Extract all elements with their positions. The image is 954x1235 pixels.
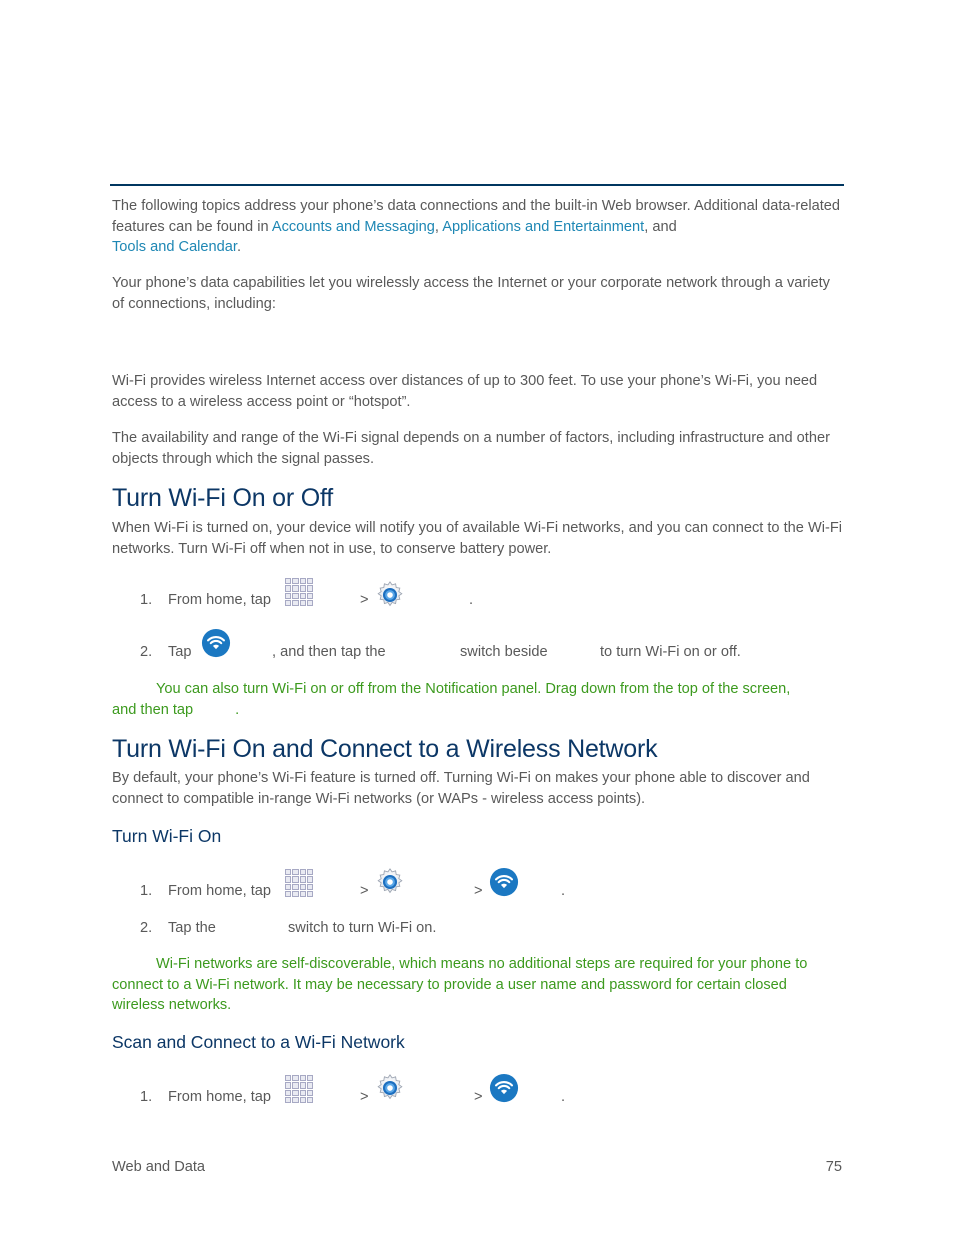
- step-number: 1.: [140, 883, 153, 899]
- step-2-on-off: 2. Tap , and then tap the switch beside …: [140, 630, 860, 660]
- step-number: 2.: [140, 920, 153, 936]
- step-number: 1.: [140, 592, 153, 608]
- footer-section-name: Web and Data: [112, 1159, 206, 1175]
- step-text: Tap the: [168, 920, 216, 936]
- step-text: From home, tap: [168, 883, 272, 899]
- settings-gear-icon[interactable]: [375, 580, 405, 610]
- step-number: 2.: [140, 644, 153, 660]
- step-text: to turn Wi-Fi on or off.: [600, 644, 741, 660]
- note-self-discoverable: Wi-Fi networks are self-discoverable, wh…: [112, 956, 808, 1014]
- settings-gear-icon[interactable]: [375, 867, 405, 897]
- step-text: Tap: [168, 644, 192, 660]
- wifi-icon[interactable]: [201, 628, 231, 658]
- link-tools-and-calendar[interactable]: Tools and Calendar: [112, 239, 237, 255]
- separator-arrow: >: [360, 592, 369, 608]
- data-capabilities-paragraph: Your phone’s data capabilities let you w…: [112, 275, 830, 312]
- separator-arrow: >: [360, 1089, 369, 1105]
- apps-grid-icon[interactable]: [285, 869, 313, 897]
- subheading-turn-wifi-on: Turn Wi-Fi On: [112, 826, 222, 846]
- step-text: From home, tap: [168, 1089, 272, 1105]
- step-number: 1.: [140, 1089, 153, 1105]
- chapter-header-rule: [110, 184, 844, 186]
- step-text: switch to turn Wi-Fi on.: [288, 920, 437, 936]
- turn-wifi-on-off-description: When Wi-Fi is turned on, your device wil…: [112, 520, 842, 557]
- step-end: .: [561, 883, 566, 899]
- note-text: You can also turn Wi-Fi on or off from t…: [156, 681, 791, 697]
- apps-grid-icon[interactable]: [285, 1075, 313, 1103]
- separator-text: , and: [644, 218, 677, 235]
- link-applications-and-entertainment[interactable]: Applications and Entertainment: [442, 219, 644, 235]
- step-text: From home, tap: [168, 592, 272, 608]
- subheading-scan-and-connect: Scan and Connect to a Wi-Fi Network: [112, 1032, 405, 1052]
- step-text: , and then tap the: [272, 644, 386, 660]
- step-1-turn-on: 1. From home, tap > > .: [140, 869, 860, 899]
- separator-arrow: >: [474, 883, 483, 899]
- wifi-availability-paragraph: The availability and range of the Wi-Fi …: [112, 430, 830, 467]
- period-text: .: [236, 239, 242, 256]
- wifi-icon[interactable]: [489, 1073, 519, 1103]
- intro-paragraph: The following topics address your phone’…: [112, 196, 842, 258]
- wifi-description-paragraph: Wi-Fi provides wireless Internet access …: [112, 373, 818, 410]
- heading-turn-wifi-on-and-connect: Turn Wi-Fi On and Connect to a Wireless …: [112, 735, 658, 763]
- step-end: .: [469, 592, 474, 608]
- separator-arrow: >: [360, 883, 369, 899]
- separator-arrow: >: [474, 1089, 483, 1105]
- settings-gear-icon[interactable]: [375, 1073, 405, 1103]
- step-1-on-off: 1. From home, tap > .: [140, 578, 860, 608]
- step-1-scan: 1. From home, tap > > .: [140, 1075, 860, 1105]
- note-end: .: [235, 701, 240, 718]
- heading-turn-wifi-on-off: Turn Wi-Fi On or Off: [112, 484, 334, 512]
- apps-grid-icon[interactable]: [285, 578, 313, 606]
- turn-wifi-on-connect-description: By default, your phone’s Wi-Fi feature i…: [112, 770, 810, 807]
- link-accounts-and-messaging[interactable]: Accounts and Messaging: [272, 219, 435, 235]
- footer-page-number: 75: [825, 1159, 842, 1175]
- note-notification-panel: You can also turn Wi-Fi on or off from t…: [112, 679, 842, 720]
- wifi-icon[interactable]: [489, 867, 519, 897]
- note-text: and then tap: [112, 701, 194, 718]
- step-text: switch beside: [460, 644, 548, 660]
- step-2-turn-on: 2. Tap the switch to turn Wi-Fi on.: [140, 906, 860, 936]
- step-end: .: [561, 1089, 566, 1105]
